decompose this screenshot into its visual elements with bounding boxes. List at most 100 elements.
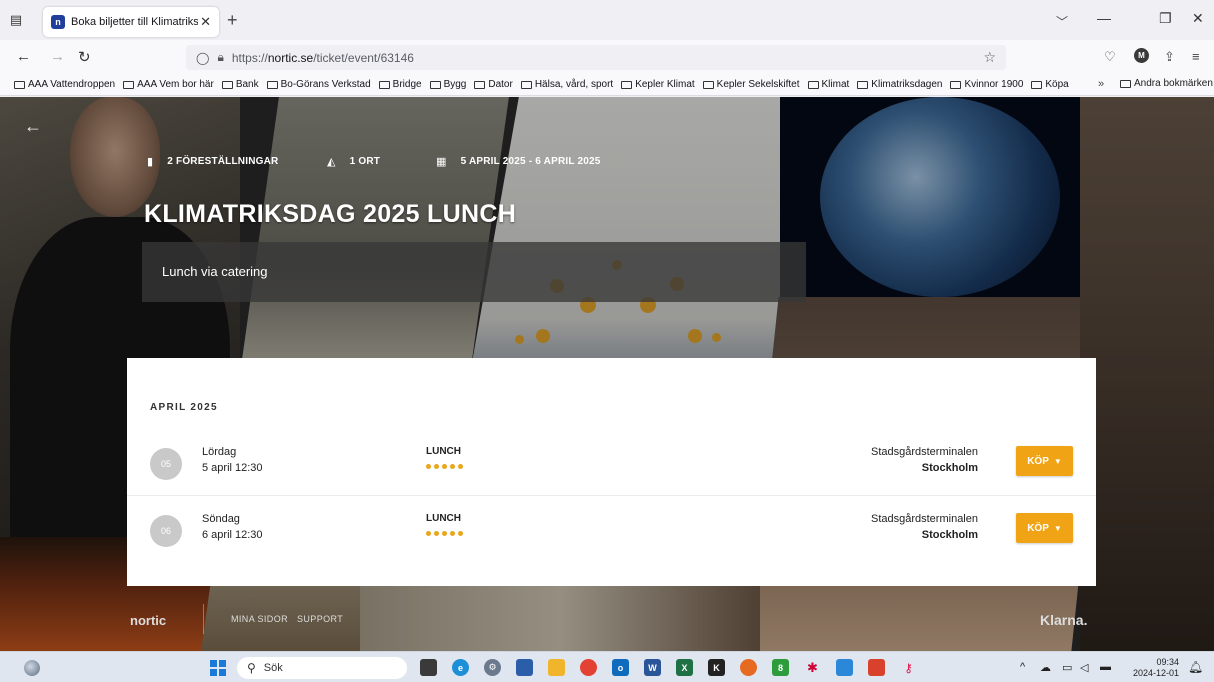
tracking-shield-icon[interactable]: ◯: [196, 51, 209, 65]
date-time: 5 april 12:30: [202, 462, 263, 474]
notification-bell-icon[interactable]: 🔔︎: [1188, 660, 1203, 674]
buy-button[interactable]: KÖP ▼: [1016, 446, 1073, 476]
lock-icon[interactable]: 🔒︎: [217, 50, 223, 65]
slack-icon[interactable]: ✱: [804, 659, 821, 676]
bookmarks-bar: AAA Vattendroppen AAA Vem bor här Bank B…: [0, 74, 1214, 96]
buy-button[interactable]: KÖP ▼: [1016, 513, 1073, 543]
support-link[interactable]: SUPPORT: [297, 614, 343, 624]
venue-city: Stockholm: [921, 462, 978, 474]
chevron-down-icon: ▼: [1053, 456, 1062, 466]
store-icon[interactable]: [516, 659, 533, 676]
word-icon[interactable]: W: [644, 659, 661, 676]
new-tab-button[interactable]: +: [227, 11, 238, 29]
active-tab[interactable]: n Boka biljetter till Klimatriksdag ✕: [43, 7, 219, 37]
taskbar-search[interactable]: ⚲ Sök: [237, 657, 407, 679]
dates-info: ▦ 5 APRIL 2025 - 6 APRIL 2025: [436, 156, 601, 168]
onedrive-icon[interactable]: ☁: [1040, 661, 1051, 674]
bookmarks-overflow-button[interactable]: »: [1098, 78, 1104, 90]
bookmark-folder[interactable]: Kepler Klimat: [621, 79, 695, 90]
tab-bar: ▤ n Boka biljetter till Klimatriksdag ✕ …: [0, 0, 1214, 40]
settings-icon[interactable]: ⚙: [484, 659, 501, 676]
back-icon[interactable]: ←: [16, 48, 31, 65]
venue-name: Stadsgårdsterminalen: [870, 446, 978, 458]
calendar-icon: ▦: [436, 156, 447, 168]
search-icon: ⚲: [247, 661, 256, 675]
month-heading: APRIL 2025: [150, 402, 218, 413]
event-description: Lunch via catering: [162, 264, 268, 279]
folder-icon: [950, 80, 962, 89]
bookmark-folder[interactable]: Dator: [474, 79, 513, 90]
taskbar-clock[interactable]: 09:34 2024-12-01: [1133, 657, 1179, 679]
date-time: 6 april 12:30: [202, 529, 263, 541]
schedule-card: APRIL 2025 05 Lördag 5 april 12:30 LUNCH…: [127, 358, 1096, 586]
event-description-box: Lunch via catering: [142, 242, 806, 302]
availability-indicator: [426, 531, 466, 536]
bookmark-folder[interactable]: Klimatriksdagen: [857, 79, 942, 90]
folder-icon: [429, 80, 441, 89]
app-8-icon[interactable]: 8: [772, 659, 789, 676]
address-bar[interactable]: ◯ 🔒︎ https://nortic.se/ticket/event/6314…: [186, 45, 1006, 70]
close-tab-icon[interactable]: ✕: [200, 14, 211, 30]
calculator-icon[interactable]: [836, 659, 853, 676]
minimize-icon[interactable]: —: [1097, 10, 1111, 26]
file-explorer-icon[interactable]: [548, 659, 565, 676]
close-window-icon[interactable]: ✕: [1192, 10, 1204, 27]
task-view-icon[interactable]: [420, 659, 437, 676]
day-number-badge: 05: [150, 448, 182, 480]
battery-icon[interactable]: ▬: [1100, 661, 1111, 673]
bookmark-folder[interactable]: Bridge: [378, 79, 422, 90]
weekday: Lördag: [202, 446, 237, 458]
other-bookmarks-folder[interactable]: Andra bokmärken: [1120, 78, 1213, 89]
folder-icon: [378, 80, 390, 89]
folder-icon: [1120, 79, 1131, 88]
bookmark-folder[interactable]: Bygg: [429, 79, 466, 90]
weather-widget-icon[interactable]: [24, 660, 40, 676]
folder-icon: [266, 80, 278, 89]
chevron-down-icon: ▼: [1053, 523, 1062, 533]
bookmark-folder[interactable]: Kvinnor 1900: [950, 79, 1023, 90]
menu-icon[interactable]: ≡: [1192, 49, 1200, 64]
show-name: LUNCH: [426, 513, 461, 524]
kgf-app-icon[interactable]: K: [708, 659, 725, 676]
forward-icon[interactable]: →: [50, 48, 65, 65]
reload-icon[interactable]: ↻: [78, 48, 91, 66]
tray-expand-icon[interactable]: ^: [1020, 661, 1025, 673]
nortic-favicon-icon: n: [51, 15, 65, 29]
bookmark-folder[interactable]: Hälsa, vård, sport: [520, 79, 613, 90]
bookmark-folder[interactable]: AAA Vem bor här: [123, 79, 214, 90]
page-content: ← ▮ 2 FÖRESTÄLLNINGAR ◭ 1 ORT ▦ 5 APRIL …: [0, 97, 1214, 651]
availability-indicator: [426, 464, 466, 469]
folder-icon: [857, 80, 869, 89]
display-icon[interactable]: ▭: [1062, 661, 1072, 674]
firefox-icon[interactable]: [740, 659, 757, 676]
bookmark-folder[interactable]: Klimat: [807, 79, 849, 90]
back-arrow-icon[interactable]: ←: [24, 116, 42, 137]
excel-icon[interactable]: X: [676, 659, 693, 676]
chevron-down-icon[interactable]: ﹀: [1056, 13, 1068, 30]
bookmark-folder[interactable]: AAA Vattendroppen: [14, 79, 115, 90]
bookmark-folder[interactable]: Bank: [221, 79, 259, 90]
tab-list-icon[interactable]: ▤: [8, 12, 24, 28]
windows-start-icon[interactable]: [210, 660, 226, 676]
edge-icon[interactable]: e: [452, 659, 469, 676]
my-pages-link[interactable]: MINA SIDOR: [231, 614, 288, 624]
account-avatar[interactable]: M: [1134, 48, 1149, 63]
weekday: Söndag: [202, 513, 240, 525]
bookmark-folder[interactable]: Bo-Görans Verkstad: [266, 79, 371, 90]
chrome-icon[interactable]: [580, 659, 597, 676]
bookmark-star-icon[interactable]: ☆: [983, 49, 996, 66]
folder-icon: [807, 80, 819, 89]
klarna-logo: Klarna.: [1040, 612, 1088, 628]
outlook-icon[interactable]: o: [612, 659, 629, 676]
folder-icon: [221, 80, 233, 89]
show-name: LUNCH: [426, 446, 461, 457]
brave-icon[interactable]: [868, 659, 885, 676]
volume-icon[interactable]: ◁: [1080, 661, 1088, 674]
pocket-icon[interactable]: ♡: [1104, 49, 1116, 65]
nortic-logo[interactable]: nortic: [130, 613, 166, 628]
key-icon[interactable]: ⚷: [900, 659, 917, 676]
bookmark-folder[interactable]: Köpa: [1031, 79, 1069, 90]
extensions-icon[interactable]: ⇪: [1164, 49, 1175, 65]
restore-icon[interactable]: ❐: [1159, 10, 1172, 27]
bookmark-folder[interactable]: Kepler Sekelskiftet: [702, 79, 800, 90]
